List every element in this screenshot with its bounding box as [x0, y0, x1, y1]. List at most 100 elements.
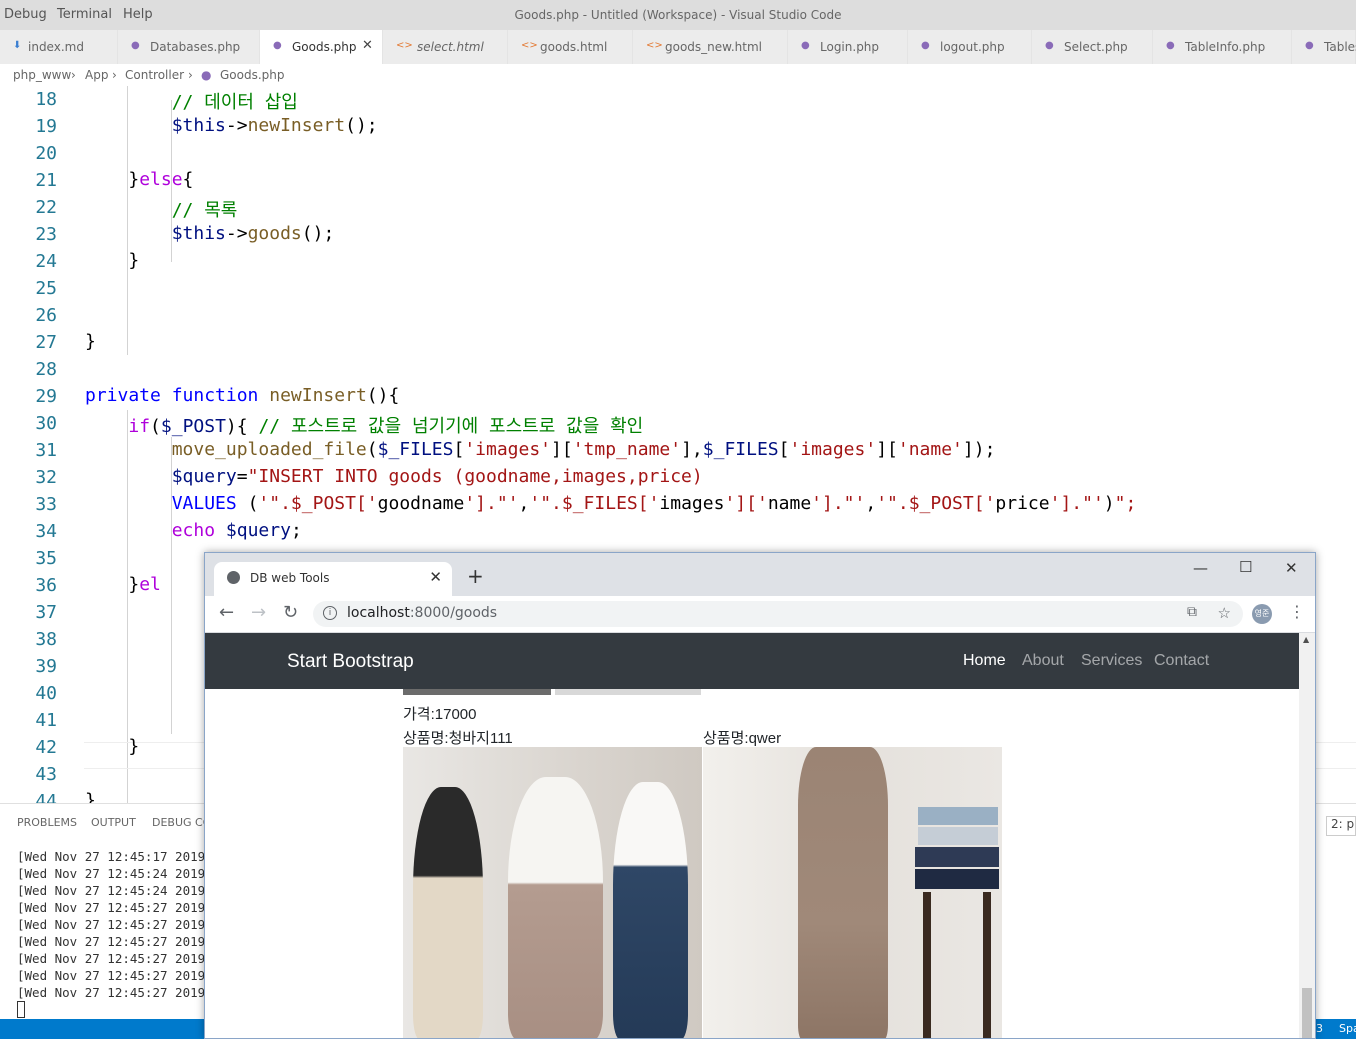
- code-line[interactable]: 34 echo $query;: [0, 518, 1356, 545]
- product-name: 상품명:qwer: [703, 730, 782, 747]
- tab-select-html[interactable]: <> select.html: [383, 30, 508, 64]
- line-number: 34: [35, 521, 57, 542]
- browser-tab[interactable]: DB web Tools ✕: [214, 562, 452, 596]
- nav-services[interactable]: Services: [1081, 652, 1142, 670]
- breadcrumb-item[interactable]: php_www: [13, 68, 71, 82]
- line-number: 24: [35, 251, 57, 272]
- php-icon: ●: [1166, 40, 1175, 51]
- line-number: 35: [35, 548, 57, 569]
- code-line[interactable]: 25: [0, 275, 1356, 302]
- code-line[interactable]: 33 VALUES ('".$_POST['goodname']."','".$…: [0, 491, 1356, 518]
- info-icon[interactable]: i: [323, 606, 337, 620]
- tab-label: index.md: [28, 40, 84, 54]
- tab-goods-html[interactable]: <> goods.html: [508, 30, 633, 64]
- code-text: }el: [85, 574, 161, 595]
- line-number: 23: [35, 224, 57, 245]
- maximize-icon[interactable]: ☐: [1239, 558, 1252, 576]
- tab-databases-php[interactable]: ● Databases.php: [118, 30, 260, 64]
- chevron-right-icon: ›: [112, 68, 117, 82]
- close-tab-icon[interactable]: ✕: [429, 568, 442, 586]
- terminal-line: [Wed Nov 27 12:45:27 2019]: [17, 985, 213, 1000]
- navbar-brand[interactable]: Start Bootstrap: [287, 651, 414, 673]
- code-line[interactable]: 22 // 목록: [0, 194, 1356, 221]
- window-close-icon[interactable]: ✕: [1285, 559, 1298, 577]
- code-line[interactable]: 23 $this->goods();: [0, 221, 1356, 248]
- line-number: 44: [35, 791, 57, 803]
- status-item[interactable]: 3: [1316, 1022, 1323, 1035]
- minimize-icon[interactable]: —: [1193, 559, 1208, 577]
- scrollbar-thumb[interactable]: [1302, 988, 1312, 1038]
- code-line[interactable]: 27}: [0, 329, 1356, 356]
- tab-tableinfo-php[interactable]: ● TableInfo.php: [1153, 30, 1292, 64]
- editor-tab-bar: ⬇ index.md ● Databases.php ● Goods.php ✕…: [0, 30, 1356, 64]
- tab-login-php[interactable]: ● Login.php: [788, 30, 908, 64]
- breadcrumb-item[interactable]: App: [85, 68, 108, 82]
- panel-tab-debug-console[interactable]: DEBUG CO: [152, 816, 211, 829]
- code-line[interactable]: 24 }: [0, 248, 1356, 275]
- breadcrumb-item[interactable]: Controller: [125, 68, 184, 82]
- avatar[interactable]: 영준: [1252, 604, 1272, 624]
- code-text: $query="INSERT INTO goods (goodname,imag…: [171, 466, 703, 487]
- code-line[interactable]: 21 }else{: [0, 167, 1356, 194]
- product-image: [403, 747, 702, 1038]
- new-tab-button[interactable]: +: [467, 564, 484, 588]
- tab-label: Goods.php: [292, 40, 357, 54]
- php-icon: ●: [131, 40, 140, 51]
- tab-goods-new-html[interactable]: <> goods_new.html: [633, 30, 788, 64]
- tab-select-php[interactable]: ● Select.php: [1032, 30, 1153, 64]
- back-icon[interactable]: ←: [219, 602, 234, 623]
- code-line[interactable]: 20: [0, 140, 1356, 167]
- reload-icon[interactable]: ↻: [283, 602, 298, 623]
- code-line[interactable]: 28: [0, 356, 1356, 383]
- code-text: }: [85, 736, 140, 757]
- tab-label: logout.php: [940, 40, 1005, 54]
- terminal-line: [Wed Nov 27 12:45:27 2019]: [17, 951, 213, 966]
- chevron-right-icon: ›: [188, 68, 193, 82]
- address-bar[interactable]: i localhost:8000/goods ⧉ ☆: [313, 601, 1243, 627]
- panel-tab-output[interactable]: OUTPUT: [91, 816, 136, 829]
- code-line[interactable]: 32 $query="INSERT INTO goods (goodname,i…: [0, 464, 1356, 491]
- tab-label: Tables: [1324, 40, 1356, 54]
- line-number: 21: [35, 170, 57, 191]
- code-line[interactable]: 26: [0, 302, 1356, 329]
- scroll-up-icon[interactable]: ▲: [1303, 635, 1309, 644]
- code-text: }: [85, 331, 96, 352]
- code-text: if($_POST){ // 포스트로 값을 넘기기에 포스트로 값을 확인: [128, 416, 644, 437]
- code-line[interactable]: 19 $this->newInsert();: [0, 113, 1356, 140]
- forward-icon[interactable]: →: [251, 602, 266, 623]
- line-number: 26: [35, 305, 57, 326]
- line-number: 43: [35, 764, 57, 785]
- panel-tab-problems[interactable]: PROBLEMS: [17, 816, 77, 829]
- code-line[interactable]: 18 // 데이터 삽입: [0, 86, 1356, 113]
- php-icon: ●: [921, 40, 930, 51]
- breadcrumb-item[interactable]: Goods.php: [220, 68, 285, 82]
- browser-tab-title: DB web Tools: [250, 571, 330, 585]
- code-line[interactable]: 31 move_uploaded_file($_FILES['images'][…: [0, 437, 1356, 464]
- terminal-output[interactable]: [Wed Nov 27 12:45:17 2019] [Wed Nov 27 1…: [17, 848, 213, 1022]
- tab-goods-php[interactable]: ● Goods.php ✕: [260, 30, 383, 64]
- page-scrollbar[interactable]: ▲: [1299, 633, 1315, 1038]
- nav-home[interactable]: Home: [963, 652, 1006, 670]
- nav-contact[interactable]: Contact: [1154, 652, 1209, 670]
- tab-tables[interactable]: ● Tables: [1292, 30, 1356, 64]
- code-text: $this->newInsert();: [171, 115, 378, 136]
- terminal-selector[interactable]: 2: ph: [1326, 816, 1356, 836]
- code-line[interactable]: 30 if($_POST){ // 포스트로 값을 넘기기에 포스트로 값을 확…: [0, 410, 1356, 437]
- code-line[interactable]: 29 private function newInsert(){: [0, 383, 1356, 410]
- close-icon[interactable]: ✕: [362, 38, 373, 53]
- more-vert-icon[interactable]: ⋮: [1289, 602, 1305, 621]
- product-price: 가격:17000: [403, 706, 477, 723]
- code-text: // 데이터 삽입: [171, 92, 298, 113]
- terminal-line: [Wed Nov 27 12:45:27 2019]: [17, 900, 213, 915]
- translate-icon[interactable]: ⧉: [1187, 604, 1197, 620]
- tab-logout-php[interactable]: ● logout.php: [908, 30, 1032, 64]
- code-text: // 목록: [171, 200, 238, 221]
- status-item[interactable]: Spa: [1339, 1022, 1356, 1035]
- nav-about[interactable]: About: [1022, 652, 1064, 670]
- bootstrap-navbar: Start Bootstrap Home About Services Cont…: [205, 633, 1299, 689]
- tab-index-md[interactable]: ⬇ index.md: [0, 30, 118, 64]
- tab-label: TableInfo.php: [1185, 40, 1266, 54]
- line-number: 31: [35, 440, 57, 461]
- star-icon[interactable]: ☆: [1218, 604, 1231, 622]
- terminal-line: [Wed Nov 27 12:45:27 2019]: [17, 934, 213, 949]
